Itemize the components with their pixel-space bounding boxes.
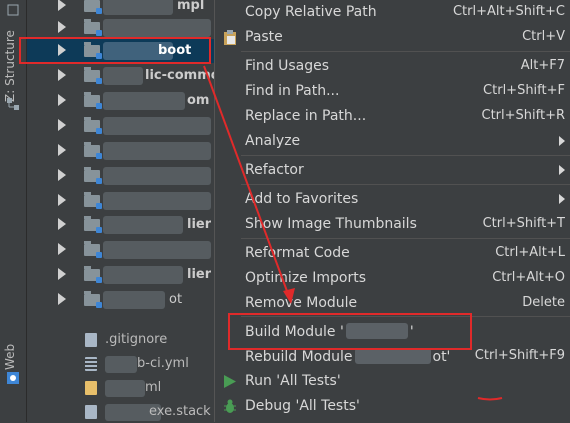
annotation-arrow	[203, 65, 503, 401]
annotation-mark	[477, 397, 503, 401]
annotation-arrow-line	[203, 65, 292, 303]
annotation-arrowhead	[283, 288, 295, 304]
